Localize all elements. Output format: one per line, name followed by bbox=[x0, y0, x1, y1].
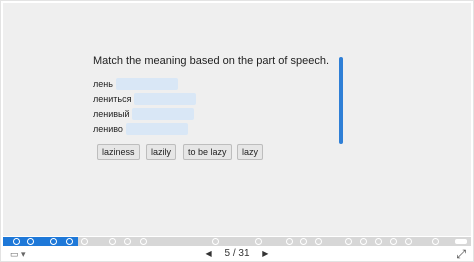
word-row-2: лениться bbox=[93, 93, 131, 106]
progress-dot[interactable] bbox=[405, 238, 412, 245]
option-lazily[interactable]: lazily bbox=[146, 144, 177, 160]
progress-dot[interactable] bbox=[66, 238, 73, 245]
drop-zone-4[interactable] bbox=[126, 123, 188, 135]
progress-bar[interactable] bbox=[3, 237, 471, 246]
progress-dot[interactable] bbox=[81, 238, 88, 245]
drop-zone-1[interactable] bbox=[116, 78, 178, 90]
word-label: лениво bbox=[93, 124, 123, 134]
progress-end-handle[interactable] bbox=[455, 239, 467, 244]
word-row-3: ленивый bbox=[93, 108, 130, 121]
drop-zone-2[interactable] bbox=[134, 93, 196, 105]
question-prompt: Match the meaning based on the part of s… bbox=[93, 55, 330, 67]
progress-dot[interactable] bbox=[286, 238, 293, 245]
progress-dot[interactable] bbox=[255, 238, 262, 245]
progress-dot[interactable] bbox=[300, 238, 307, 245]
page-indicator: 5 / 31 bbox=[224, 248, 249, 259]
pager: ◀ 5 / 31 ▶ bbox=[0, 248, 474, 259]
progress-dot[interactable] bbox=[360, 238, 367, 245]
option-lazy[interactable]: lazy bbox=[237, 144, 264, 160]
word-row-1: лень bbox=[93, 78, 113, 91]
word-label: ленивый bbox=[93, 109, 130, 119]
expand-icon[interactable]: ⤢ bbox=[456, 247, 466, 262]
word-label: лениться bbox=[93, 94, 132, 104]
progress-dot[interactable] bbox=[315, 238, 322, 245]
option-laziness[interactable]: laziness bbox=[97, 144, 140, 160]
progress-dot[interactable] bbox=[432, 238, 439, 245]
progress-dot[interactable] bbox=[390, 238, 397, 245]
player-controls: ▭ ▾ ◀ 5 / 31 ▶ ⤢ bbox=[0, 246, 474, 262]
page-separator: / bbox=[232, 248, 236, 259]
progress-dot[interactable] bbox=[375, 238, 382, 245]
word-row-4: лениво bbox=[93, 123, 123, 136]
triangle-left-icon[interactable]: ◀ bbox=[206, 249, 212, 258]
progress-dot[interactable] bbox=[140, 238, 147, 245]
page-current: 5 bbox=[224, 248, 231, 259]
progress-dot[interactable] bbox=[345, 238, 352, 245]
progress-dot[interactable] bbox=[124, 238, 131, 245]
triangle-right-icon[interactable]: ▶ bbox=[262, 249, 268, 258]
word-label: лень bbox=[93, 79, 113, 89]
progress-dot[interactable] bbox=[13, 238, 20, 245]
progress-dot[interactable] bbox=[50, 238, 57, 245]
progress-dot[interactable] bbox=[109, 238, 116, 245]
slide-canvas bbox=[3, 3, 471, 236]
progress-dot[interactable] bbox=[212, 238, 219, 245]
scroll-indicator[interactable] bbox=[339, 57, 343, 144]
progress-dot[interactable] bbox=[27, 238, 34, 245]
drop-zone-3[interactable] bbox=[132, 108, 194, 120]
option-to-be-lazy[interactable]: to be lazy bbox=[183, 144, 232, 160]
page-total: 31 bbox=[238, 248, 250, 259]
